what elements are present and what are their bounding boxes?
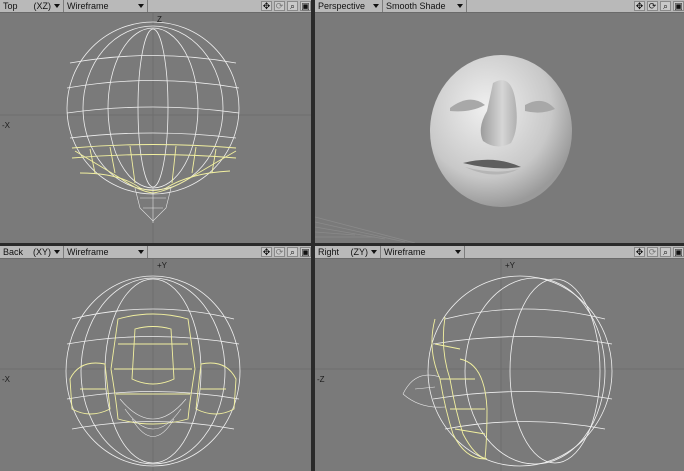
viewport-top[interactable]: Top (XZ) Wireframe ✥ ⟳ ⌕ ▣ -X Z xyxy=(0,0,311,243)
rotate-icon[interactable]: ⟳ xyxy=(647,1,658,11)
view-type-label: Top xyxy=(3,1,18,11)
viewport-perspective-header: Perspective Smooth Shade ✥ ⟳ ⌕ ▣ xyxy=(315,0,684,13)
view-type-dropdown[interactable]: Back (XY) xyxy=(0,246,64,258)
viewport-layout: Top (XZ) Wireframe ✥ ⟳ ⌕ ▣ -X Z Perspect… xyxy=(0,0,684,471)
chevron-down-icon xyxy=(371,250,377,254)
maximize-icon[interactable]: ▣ xyxy=(300,247,311,257)
rotate-icon[interactable]: ⟳ xyxy=(274,247,285,257)
viewport-top-header: Top (XZ) Wireframe ✥ ⟳ ⌕ ▣ xyxy=(0,0,311,13)
right-view-wireframe xyxy=(315,259,684,471)
render-mode-dropdown[interactable]: Wireframe xyxy=(381,246,465,258)
maximize-icon[interactable]: ▣ xyxy=(300,1,311,11)
viewport-right-canvas[interactable]: -Z +Y xyxy=(315,259,684,471)
move-icon[interactable]: ✥ xyxy=(261,247,272,257)
view-type-label: Right xyxy=(318,247,340,257)
axis-label-left: -X xyxy=(2,375,10,384)
rotate-icon[interactable]: ⟳ xyxy=(647,247,658,257)
chevron-down-icon xyxy=(54,4,60,8)
view-type-dropdown[interactable]: Top (XZ) xyxy=(0,0,64,12)
shaded-face-model xyxy=(315,55,572,243)
chevron-down-icon xyxy=(455,250,461,254)
zoom-icon[interactable]: ⌕ xyxy=(660,247,671,257)
rotate-icon[interactable]: ⟳ xyxy=(274,1,285,11)
viewport-right[interactable]: Right (ZY) Wireframe ✥ ⟳ ⌕ ▣ -Z +Y xyxy=(315,246,684,471)
viewport-back-canvas[interactable]: -X +Y xyxy=(0,259,311,471)
axis-label-top: +Y xyxy=(505,261,516,270)
top-view-wireframe xyxy=(0,13,311,243)
viewport-back[interactable]: Back (XY) Wireframe ✥ ⟳ ⌕ ▣ -X +Y xyxy=(0,246,311,471)
chevron-down-icon xyxy=(138,250,144,254)
move-icon[interactable]: ✥ xyxy=(634,1,645,11)
maximize-icon[interactable]: ▣ xyxy=(673,1,684,11)
view-type-label: Back xyxy=(3,247,24,257)
render-mode-dropdown[interactable]: Wireframe xyxy=(64,0,148,12)
render-mode-label: Wireframe xyxy=(67,1,109,11)
view-type-label: Perspective xyxy=(318,1,366,11)
view-type-dropdown[interactable]: Perspective xyxy=(315,0,383,12)
render-mode-dropdown[interactable]: Smooth Shade xyxy=(383,0,467,12)
chevron-down-icon xyxy=(54,250,60,254)
render-mode-dropdown[interactable]: Wireframe xyxy=(64,246,148,258)
view-axes-label: (XZ) xyxy=(33,1,52,11)
zoom-icon[interactable]: ⌕ xyxy=(287,247,298,257)
viewport-perspective[interactable]: Perspective Smooth Shade ✥ ⟳ ⌕ ▣ xyxy=(315,0,684,243)
chevron-down-icon xyxy=(373,4,379,8)
move-icon[interactable]: ✥ xyxy=(261,1,272,11)
chevron-down-icon xyxy=(138,4,144,8)
render-mode-label: Smooth Shade xyxy=(386,1,446,11)
render-mode-label: Wireframe xyxy=(67,247,109,257)
axis-label-left: -X xyxy=(2,121,10,130)
axis-label-left: -Z xyxy=(317,375,325,384)
viewport-top-canvas[interactable]: -X Z xyxy=(0,13,311,243)
maximize-icon[interactable]: ▣ xyxy=(673,247,684,257)
move-icon[interactable]: ✥ xyxy=(634,247,645,257)
view-type-dropdown[interactable]: Right (ZY) xyxy=(315,246,381,258)
axis-label-top: Z xyxy=(157,15,162,24)
axis-label-top: +Y xyxy=(157,261,168,270)
zoom-icon[interactable]: ⌕ xyxy=(287,1,298,11)
zoom-icon[interactable]: ⌕ xyxy=(660,1,671,11)
view-axes-label: (ZY) xyxy=(350,247,369,257)
back-view-wireframe xyxy=(0,259,311,471)
view-axes-label: (XY) xyxy=(33,247,51,257)
viewport-right-header: Right (ZY) Wireframe ✥ ⟳ ⌕ ▣ xyxy=(315,246,684,259)
chevron-down-icon xyxy=(457,4,463,8)
render-mode-label: Wireframe xyxy=(384,247,426,257)
viewport-perspective-canvas[interactable] xyxy=(315,13,684,243)
viewport-back-header: Back (XY) Wireframe ✥ ⟳ ⌕ ▣ xyxy=(0,246,311,259)
